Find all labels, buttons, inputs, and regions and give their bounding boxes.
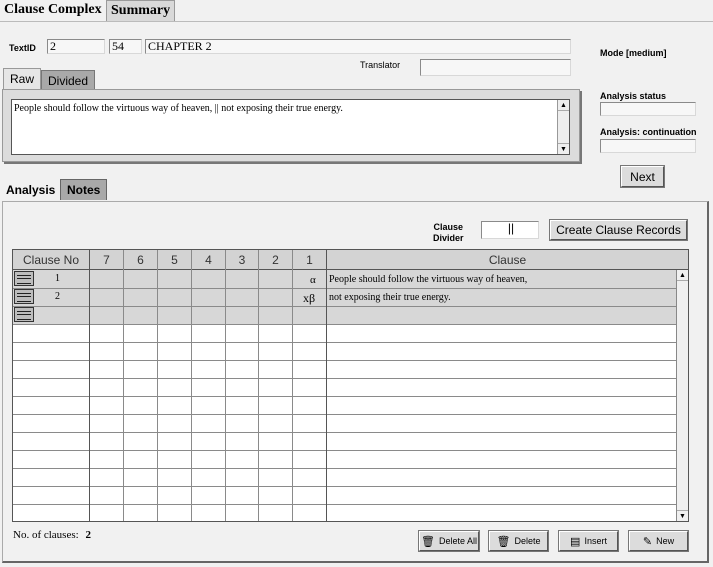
row-line [13, 504, 677, 505]
top-tab-divider [0, 21, 713, 22]
header-clause-no: Clause No [13, 250, 90, 270]
scroll-down-icon[interactable]: ▼ [558, 143, 569, 154]
analysis-status-field[interactable] [600, 102, 696, 116]
trash-icon: 🗑 [496, 535, 511, 548]
tab-analysis[interactable]: Analysis [0, 180, 62, 201]
row-line [13, 378, 677, 379]
new-icon: ✎ [642, 535, 653, 548]
next-button[interactable]: Next [620, 165, 665, 188]
header-level-5: 5 [158, 250, 192, 270]
row-selector-icon[interactable] [14, 289, 34, 304]
next-button-label: Next [630, 169, 655, 184]
col-line [157, 250, 158, 521]
header-level-1: 1 [293, 250, 327, 270]
insert-label: Insert [584, 536, 607, 546]
tab-raw[interactable]: Raw [3, 68, 42, 89]
row-line [13, 450, 677, 451]
text-number-field[interactable]: 54 [109, 39, 142, 54]
trash-icon: 🗑 [421, 535, 435, 548]
clause-divider-label: Clause Divider [433, 222, 464, 244]
col-line [225, 250, 226, 521]
create-clause-records-button[interactable]: Create Clause Records [549, 219, 688, 241]
tab-clause-complex[interactable]: Clause Complex [0, 0, 106, 21]
header-level-4: 4 [192, 250, 226, 270]
new-label: New [656, 536, 675, 546]
row-line [13, 342, 677, 343]
level1-cell-1[interactable]: α [310, 274, 316, 286]
analysis-status-label: Analysis status [600, 91, 667, 101]
clause-no-2: 2 [55, 291, 60, 302]
translator-label: Translator [360, 60, 401, 70]
clause-text-2[interactable]: not exposing their true energy. [329, 292, 451, 303]
tab-divided[interactable]: Divided [41, 70, 96, 89]
col-line [89, 250, 90, 521]
clause-count: No. of clauses: 2 [13, 529, 91, 541]
textid-label: TextID [9, 43, 36, 53]
header-level-7: 7 [90, 250, 124, 270]
col-line [258, 250, 259, 521]
level1-cell-2[interactable]: xβ [303, 291, 315, 306]
delete-label: Delete [514, 536, 541, 546]
scroll-up-icon[interactable]: ▲ [677, 270, 688, 281]
row-line [13, 306, 677, 307]
header-clause: Clause [327, 250, 688, 270]
row-line [13, 288, 677, 289]
insert-button[interactable]: ▤ Insert [558, 530, 619, 552]
grid-scrollbar[interactable]: ▲ ▼ [676, 270, 688, 521]
create-clause-records-label: Create Clause Records [556, 223, 681, 237]
col-line [292, 250, 293, 521]
text-scrollbar[interactable]: ▲ ▼ [557, 100, 569, 154]
row-line [13, 396, 677, 397]
row-line [13, 468, 677, 469]
row-line [13, 432, 677, 433]
clause-count-value: 2 [85, 529, 91, 541]
delete-button[interactable]: 🗑 Delete [488, 530, 549, 552]
insert-icon: ▤ [570, 535, 581, 548]
row-line [13, 360, 677, 361]
tab-summary[interactable]: Summary [106, 0, 176, 21]
row-line [13, 414, 677, 415]
scroll-up-icon[interactable]: ▲ [558, 100, 569, 111]
delete-all-button[interactable]: 🗑 Delete All [418, 530, 480, 552]
header-level-2: 2 [259, 250, 293, 270]
header-level-6: 6 [124, 250, 158, 270]
delete-all-label: Delete All [438, 536, 477, 546]
textid-field[interactable]: 2 [47, 39, 105, 54]
clause-text-1[interactable]: People should follow the virtuous way of… [329, 274, 527, 285]
clause-count-label: No. of clauses: [13, 529, 79, 541]
header-level-3: 3 [226, 250, 259, 270]
row-selector-icon[interactable] [14, 271, 34, 286]
scroll-down-icon[interactable]: ▼ [677, 510, 688, 521]
tab-notes[interactable]: Notes [60, 179, 108, 200]
raw-text: People should follow the virtuous way of… [14, 103, 343, 114]
row-line [13, 486, 677, 487]
col-line [191, 250, 192, 521]
col-line [123, 250, 124, 521]
chapter-field[interactable]: CHAPTER 2 [145, 39, 571, 54]
clause-divider-label-line2: Divider [433, 233, 464, 243]
clause-no-1: 1 [55, 273, 60, 284]
mode-label: Mode [medium] [600, 48, 667, 58]
new-button[interactable]: ✎ New [628, 530, 689, 552]
clause-grid: Clause No 7 6 5 4 3 2 1 Clause 1 α Peopl… [12, 249, 689, 522]
continuation-field[interactable] [600, 139, 696, 153]
clause-divider-label-line1: Clause [433, 222, 464, 232]
translator-field[interactable] [420, 59, 571, 76]
raw-text-area[interactable]: People should follow the virtuous way of… [11, 99, 570, 155]
col-line [326, 250, 327, 521]
row-shade-3 [13, 306, 677, 324]
row-selector-icon[interactable] [14, 307, 34, 322]
row-line [13, 324, 677, 325]
clause-divider-field[interactable]: || [481, 221, 539, 239]
continuation-label: Analysis: continuation [600, 127, 697, 137]
